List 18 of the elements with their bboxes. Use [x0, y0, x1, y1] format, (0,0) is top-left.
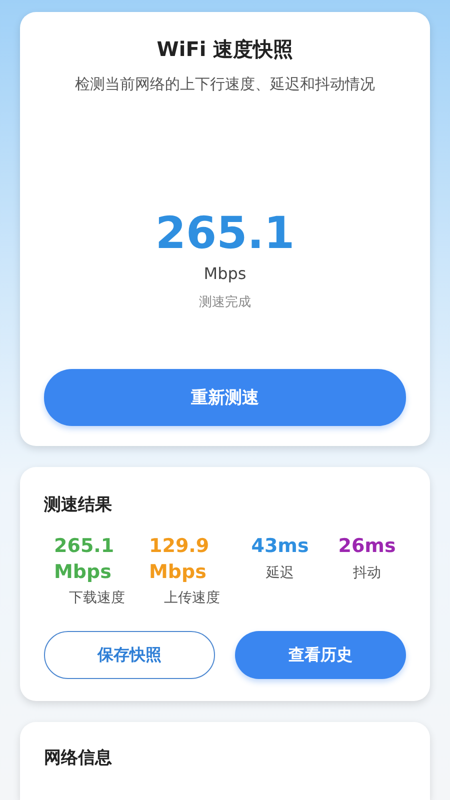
section-title: 测速结果 — [44, 494, 113, 516]
metric-label: 下载速度 — [68, 589, 125, 608]
metric-value: 26ms — [338, 534, 396, 559]
test-status: 测速完成 — [199, 294, 251, 312]
history-button[interactable]: 查看历史 — [235, 631, 406, 680]
retest-button[interactable]: 重新测速 — [44, 369, 406, 426]
metric-value: 129.9 Mbps — [149, 534, 210, 585]
app-title: WiFi 速度快照 — [156, 36, 294, 63]
metric-label: 延迟 — [266, 564, 294, 582]
speed-unit: Mbps — [204, 264, 246, 284]
metric-label: 抖动 — [353, 564, 381, 582]
subtitle: 检测当前网络的上下行速度、延迟和抖动情况 — [75, 75, 375, 94]
metric-value: 265.1 Mbps — [54, 534, 116, 585]
metric-value: 43ms — [251, 534, 309, 559]
metric-label: 上传速度 — [163, 589, 220, 608]
save-button[interactable]: 保存快照 — [44, 631, 215, 680]
speed-value: 265.1 — [155, 210, 295, 258]
section-title: 网络信息 — [44, 747, 113, 770]
